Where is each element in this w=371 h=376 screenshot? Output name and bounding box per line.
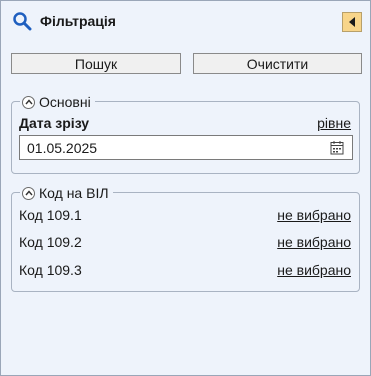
- vil-group-title: Код на ВІЛ: [39, 185, 109, 201]
- main-group-title: Основні: [39, 94, 91, 110]
- date-input-value: 01.05.2025: [27, 140, 98, 156]
- date-field-label: Дата зрізу: [19, 115, 90, 131]
- vil-row-label: Код 109.1: [19, 207, 82, 223]
- vil-group-header[interactable]: Код на ВІЛ: [20, 184, 113, 202]
- search-icon: [13, 12, 32, 31]
- vil-row-value-link[interactable]: не вибрано: [277, 262, 351, 278]
- vil-row-label: Код 109.3: [19, 262, 82, 278]
- vil-row-value-link[interactable]: не вибрано: [277, 207, 351, 223]
- filter-panel: Фільтрація Пошук Очистити Основні Дата з…: [0, 0, 371, 376]
- clear-button[interactable]: Очистити: [193, 53, 362, 74]
- main-filter-group: Основні Дата зрізу рівне 01.05.2025: [11, 93, 360, 174]
- main-group-header[interactable]: Основні: [20, 93, 95, 111]
- collapse-left-icon: [349, 17, 355, 27]
- collapse-panel-button[interactable]: [342, 12, 362, 32]
- date-mode-link[interactable]: рівне: [317, 115, 351, 131]
- date-input[interactable]: 01.05.2025: [19, 135, 353, 160]
- vil-code-group: Код на ВІЛ Код 109.1 не вибрано Код 109.…: [11, 184, 360, 292]
- panel-title: Фільтрація: [40, 13, 116, 29]
- vil-row-label: Код 109.2: [19, 234, 82, 250]
- chevron-up-icon[interactable]: [22, 95, 35, 109]
- chevron-up-icon[interactable]: [22, 186, 35, 200]
- vil-row-value-link[interactable]: не вибрано: [277, 234, 351, 250]
- calendar-icon[interactable]: [330, 140, 344, 155]
- panel-header: Фільтрація: [1, 1, 370, 43]
- search-button[interactable]: Пошук: [11, 53, 181, 74]
